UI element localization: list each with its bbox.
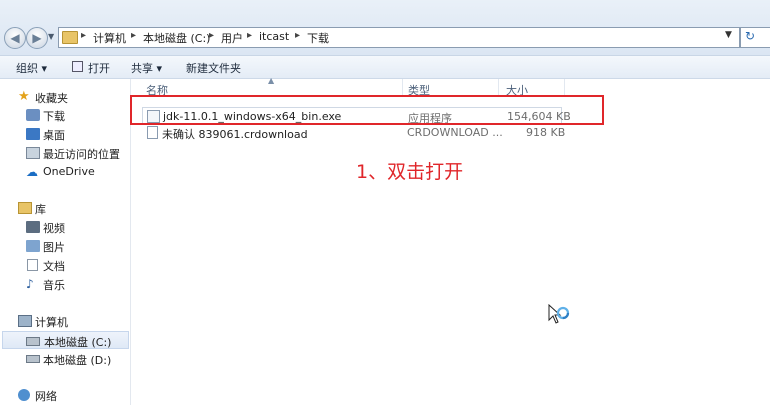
breadcrumb-separator[interactable]: ▸ xyxy=(247,30,252,41)
navigation-pane: ★ 收藏夹 下载 桌面 最近访问的位置 ☁ OneDrive 库 视频 图片 文… xyxy=(0,79,131,405)
network-icon xyxy=(18,389,30,401)
nav-item-label: 本地磁盘 (D:) xyxy=(43,354,112,367)
document-icon xyxy=(27,259,38,271)
breadcrumb-separator[interactable]: ▸ xyxy=(131,30,136,41)
file-name[interactable]: 未确认 839061.crdownload xyxy=(162,126,308,142)
computer-icon xyxy=(18,315,32,327)
organize-button[interactable]: 组织 ▾ xyxy=(16,60,47,76)
breadcrumb-separator[interactable]: ▸ xyxy=(81,30,86,41)
nav-item-label: 视频 xyxy=(43,222,65,235)
breadcrumb-computer[interactable]: 计算机 xyxy=(93,30,126,46)
nav-item-label: 文档 xyxy=(43,260,65,273)
share-button[interactable]: 共享 ▾ xyxy=(131,60,162,76)
desktop-icon xyxy=(26,128,40,140)
nav-item-network[interactable]: 网络 xyxy=(0,386,130,404)
breadcrumb-drive-c[interactable]: 本地磁盘 (C:) xyxy=(143,30,210,46)
back-button[interactable]: ◀ xyxy=(4,27,26,49)
nav-item-music[interactable]: ♪ 音乐 xyxy=(0,275,130,293)
nav-item-label: 计算机 xyxy=(35,316,68,329)
highlight-box xyxy=(130,95,604,125)
busy-cursor-icon xyxy=(548,304,570,324)
nav-item-favorites[interactable]: ★ 收藏夹 xyxy=(0,88,130,106)
back-arrow-icon: ◀ xyxy=(10,31,20,45)
nav-item-downloads[interactable]: 下载 xyxy=(0,106,130,124)
nav-item-library[interactable]: 库 xyxy=(0,199,130,217)
nav-item-label: 本地磁盘 (C:) xyxy=(44,336,112,349)
breadcrumb-downloads[interactable]: 下载 xyxy=(307,30,329,46)
file-type: CRDOWNLOAD ... xyxy=(407,126,503,139)
nav-item-label: 桌面 xyxy=(43,129,65,142)
pictures-icon xyxy=(26,240,40,252)
breadcrumb-separator[interactable]: ▸ xyxy=(295,30,300,41)
chevron-down-icon[interactable]: ▼ xyxy=(725,30,732,40)
breadcrumb-separator[interactable]: ▸ xyxy=(209,30,214,41)
star-icon: ★ xyxy=(18,89,30,104)
cloud-icon: ☁ xyxy=(26,165,38,179)
nav-item-drive-c[interactable]: 本地磁盘 (C:) xyxy=(2,331,129,349)
forward-arrow-icon: ▶ xyxy=(32,31,42,45)
file-row[interactable]: 未确认 839061.crdownload CRDOWNLOAD ... 918… xyxy=(142,124,566,142)
library-icon xyxy=(18,202,32,214)
folder-icon xyxy=(62,31,78,44)
file-icon xyxy=(147,126,158,139)
nav-item-videos[interactable]: 视频 xyxy=(0,218,130,236)
video-icon xyxy=(26,221,40,233)
new-folder-button[interactable]: 新建文件夹 xyxy=(186,60,241,76)
drive-icon xyxy=(26,337,40,346)
downloads-icon xyxy=(26,109,40,121)
address-field[interactable]: ▸ 计算机 ▸ 本地磁盘 (C:) ▸ 用户 ▸ itcast ▸ 下载 ▼ xyxy=(58,27,740,48)
drive-icon xyxy=(26,355,40,363)
refresh-icon: ↻ xyxy=(745,29,756,43)
nav-item-label: 收藏夹 xyxy=(35,92,68,105)
nav-item-label: OneDrive xyxy=(43,165,95,178)
address-bar-area: ◀ ▶ ▼ ▸ 计算机 ▸ 本地磁盘 (C:) ▸ 用户 ▸ itcast ▸ … xyxy=(0,0,770,56)
nav-item-documents[interactable]: 文档 xyxy=(0,256,130,274)
nav-item-desktop[interactable]: 桌面 xyxy=(0,125,130,143)
nav-item-computer[interactable]: 计算机 xyxy=(0,312,130,330)
nav-item-pictures[interactable]: 图片 xyxy=(0,237,130,255)
file-size: 918 KB xyxy=(526,126,566,139)
command-bar: 组织 ▾ 打开 共享 ▾ 新建文件夹 xyxy=(0,56,770,79)
breadcrumb-itcast[interactable]: itcast xyxy=(259,30,289,43)
music-icon: ♪ xyxy=(26,277,34,291)
forward-button[interactable]: ▶ xyxy=(26,27,48,49)
refresh-button[interactable]: ↻ xyxy=(740,27,770,48)
nav-item-label: 网络 xyxy=(35,390,57,403)
recent-places-icon xyxy=(26,147,40,159)
nav-item-label: 音乐 xyxy=(43,279,65,292)
nav-item-onedrive[interactable]: ☁ OneDrive xyxy=(0,163,130,181)
recent-pages-dropdown[interactable]: ▼ xyxy=(48,32,54,41)
nav-item-drive-d[interactable]: 本地磁盘 (D:) xyxy=(0,350,130,368)
nav-item-label: 图片 xyxy=(43,241,65,254)
nav-item-label: 最近访问的位置 xyxy=(43,148,120,161)
instruction-annotation: 1、双击打开 xyxy=(356,161,464,183)
open-button[interactable]: 打开 xyxy=(88,60,110,76)
nav-item-recent[interactable]: 最近访问的位置 xyxy=(0,144,130,162)
open-icon xyxy=(72,61,83,72)
nav-item-label: 下载 xyxy=(43,110,65,123)
sort-up-icon: ▲ xyxy=(268,76,275,85)
nav-item-label: 库 xyxy=(35,203,46,216)
breadcrumb-users[interactable]: 用户 xyxy=(221,30,243,46)
